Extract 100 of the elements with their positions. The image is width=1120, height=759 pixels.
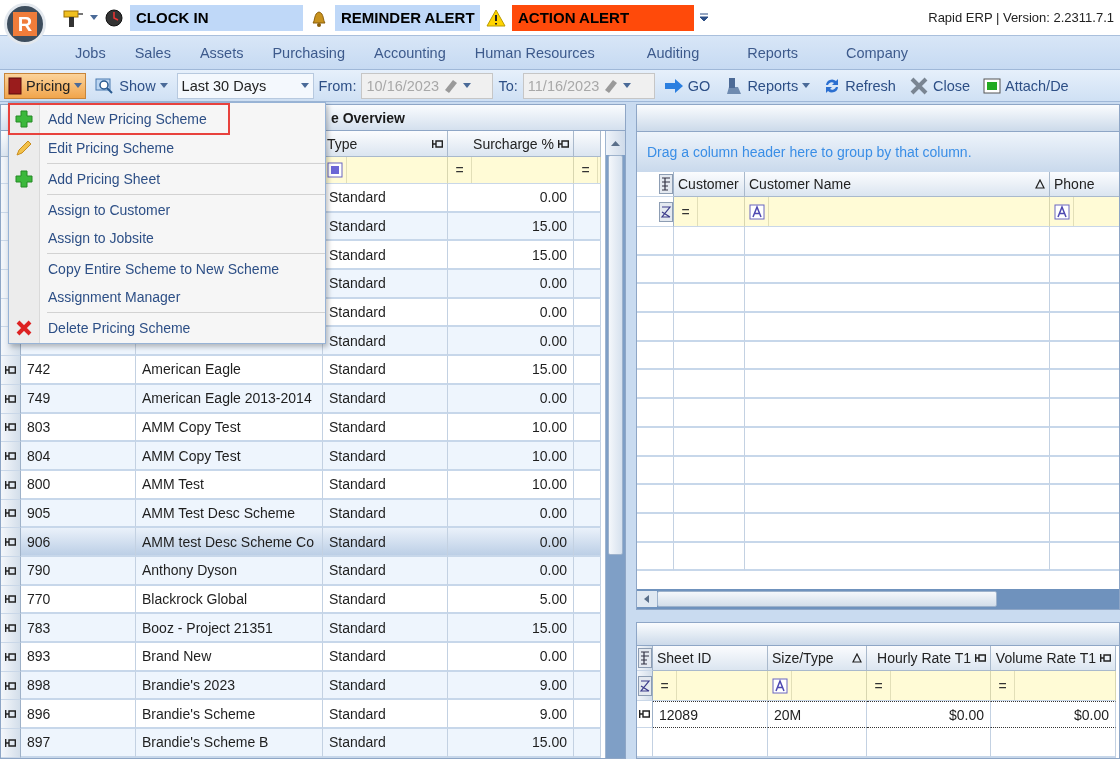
column-header[interactable]: Phone [1050, 172, 1119, 197]
pin-icon [1100, 654, 1111, 662]
nav-menu-item[interactable]: Purchasing [272, 44, 374, 61]
table-cell [574, 356, 601, 385]
row-header-cell[interactable] [1, 643, 21, 672]
column-header[interactable]: Customer [674, 172, 745, 197]
table-cell: AMM Copy Test [136, 413, 323, 443]
menu-item[interactable]: Edit Pricing Scheme [9, 134, 325, 162]
table-cell [574, 614, 601, 643]
filter-clear-icon[interactable] [637, 675, 652, 696]
go-button[interactable]: GO [659, 72, 715, 99]
filter-operator[interactable]: = [674, 197, 698, 226]
table-cell [674, 370, 745, 400]
table-cell [574, 184, 601, 213]
filter-cell[interactable]: = [674, 197, 745, 227]
row-header-cell[interactable] [1, 729, 21, 758]
show-button[interactable]: Show [91, 72, 172, 99]
table-cell: 0.00 [448, 327, 574, 357]
filter-cell[interactable] [745, 197, 1050, 227]
vertical-scrollbar[interactable] [605, 131, 625, 758]
row-header-cell[interactable] [1, 528, 21, 557]
table-cell: Brandie's 2023 [136, 671, 323, 701]
row-header-cell[interactable] [1, 700, 21, 730]
filter-cell[interactable]: = [448, 157, 574, 184]
menu-item[interactable]: Assignment Manager [9, 283, 325, 311]
column-header[interactable]: Hourly Rate T1 [867, 646, 991, 671]
row-header-cell[interactable] [1, 499, 21, 529]
filter-clear-icon[interactable] [659, 201, 673, 222]
filter-cell[interactable] [768, 671, 867, 701]
column-header[interactable]: Surcharge % [448, 131, 574, 157]
close-button[interactable]: Close [904, 72, 974, 99]
filter-cell[interactable]: = [653, 671, 768, 701]
row-header-cell[interactable] [1, 442, 21, 471]
nav-menu-item[interactable]: Jobs [75, 44, 135, 61]
scroll-thumb[interactable] [657, 591, 997, 607]
row-header-cell[interactable] [1, 585, 21, 615]
filter-cell[interactable]: = [867, 671, 991, 701]
scroll-left-icon[interactable] [637, 591, 657, 607]
filter-operator[interactable]: = [653, 671, 677, 700]
row-header-cell[interactable] [1, 556, 21, 586]
row-header-cell[interactable] [1, 614, 21, 643]
filter-operator[interactable]: = [448, 157, 472, 183]
filter-operator[interactable]: = [867, 671, 891, 700]
text-filter-icon[interactable] [748, 203, 765, 220]
menu-item[interactable]: Copy Entire Scheme to New Scheme [9, 255, 325, 283]
nav-menu-item[interactable]: Company [846, 44, 938, 61]
nav-menu-item[interactable]: Accounting [374, 44, 475, 61]
filter-cell[interactable] [323, 157, 448, 184]
row-header-cell[interactable] [1, 671, 21, 701]
reminder-alert-field[interactable]: REMINDER ALERT [335, 4, 480, 31]
row-header-cell[interactable] [1, 413, 21, 443]
menu-item[interactable]: Assign to Customer [9, 196, 325, 224]
text-filter-icon[interactable] [1053, 203, 1070, 220]
filter-operator[interactable]: = [991, 671, 1015, 700]
nav-menu-item[interactable]: Auditing [646, 44, 748, 61]
row-pin-icon [5, 509, 16, 518]
clock-in-field[interactable]: CLOCK IN [130, 4, 303, 31]
table-cell [674, 427, 745, 457]
checkbox-filter-icon[interactable] [326, 162, 343, 178]
column-header[interactable]: Sheet ID [653, 646, 768, 671]
clock-icon[interactable] [104, 7, 124, 28]
column-chooser-icon[interactable] [659, 174, 673, 194]
row-header-cell[interactable] [1, 356, 21, 385]
scroll-up-button[interactable] [606, 131, 625, 155]
drill-icon[interactable] [62, 7, 84, 28]
text-filter-icon[interactable] [771, 677, 788, 694]
from-label: From: [318, 77, 357, 94]
menu-item[interactable]: Assign to Jobsite [9, 224, 325, 252]
warning-icon[interactable] [486, 8, 506, 27]
column-header[interactable]: Volume Rate T1 [991, 646, 1116, 671]
reports-button[interactable]: Reports [719, 72, 815, 99]
nav-menu-item[interactable]: Human Resources [474, 44, 647, 61]
row-header-cell[interactable] [637, 701, 653, 728]
action-alert-field[interactable]: ACTION ALERT [512, 4, 694, 31]
menu-item[interactable]: Add Pricing Sheet [9, 165, 325, 193]
scroll-thumb[interactable] [608, 155, 623, 555]
column-header[interactable]: Customer Name [745, 172, 1050, 197]
menu-item[interactable]: Add New Pricing Scheme [9, 104, 229, 134]
column-header[interactable]: Type [323, 131, 448, 157]
nav-menu-item[interactable]: Assets [199, 44, 273, 61]
nav-menu-item[interactable]: Reports [747, 44, 846, 61]
attach-button[interactable]: Attach/De [979, 72, 1073, 99]
column-header[interactable]: Size/Type [768, 646, 867, 671]
table-cell: 0.00 [448, 384, 574, 414]
table-cell: 800 [21, 470, 136, 500]
nav-menu-item[interactable]: Sales [134, 44, 200, 61]
menu-item[interactable]: Delete Pricing Scheme [9, 314, 325, 342]
table-cell [674, 227, 745, 256]
column-chooser-icon[interactable] [637, 648, 652, 668]
version-text: Rapid ERP | Version: 2.2311.7.1 [928, 10, 1114, 25]
row-header-cell[interactable] [1, 470, 21, 500]
overflow-icon[interactable] [700, 13, 708, 22]
pricing-menu-button[interactable]: Pricing [4, 72, 87, 99]
refresh-button[interactable]: Refresh [819, 72, 900, 99]
filter-cell[interactable]: = [991, 671, 1116, 701]
row-pin-icon [5, 652, 16, 661]
horizontal-scrollbar[interactable] [637, 589, 1119, 609]
table-cell: Booz - Project 21351 [136, 614, 323, 643]
date-range-select[interactable]: Last 30 Days [176, 72, 314, 99]
row-header-cell[interactable] [1, 384, 21, 414]
